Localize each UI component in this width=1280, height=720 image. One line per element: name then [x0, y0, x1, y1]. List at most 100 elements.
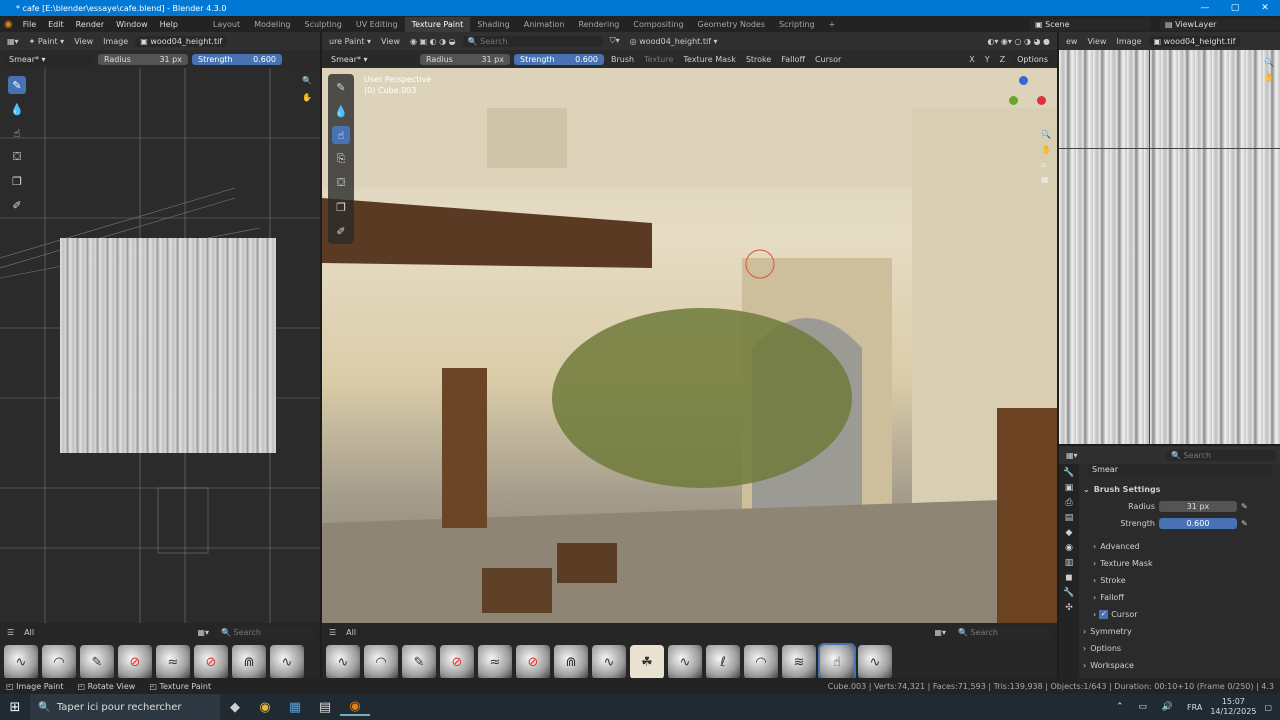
prop-radius-field[interactable]: 31 px — [1159, 501, 1237, 512]
tab-shading[interactable]: Shading — [470, 17, 517, 32]
maximize-button[interactable]: ▢ — [1220, 3, 1250, 13]
right-editor-prefix[interactable]: ew — [1063, 37, 1080, 46]
tab-animation[interactable]: Animation — [517, 17, 572, 32]
prop-strength-field[interactable]: 0.600 — [1159, 518, 1237, 529]
brush-asset[interactable]: ∿ — [858, 645, 892, 679]
navigation-gizmo[interactable] — [999, 76, 1049, 126]
brush-asset[interactable]: ◠ — [364, 645, 398, 679]
brush-asset[interactable]: ≋ — [782, 645, 816, 679]
strength-field[interactable]: Strength 0.600 — [192, 53, 282, 65]
soften-tool-icon[interactable]: 💧 — [332, 102, 350, 120]
blender-logo-icon[interactable]: ◉ — [0, 19, 17, 30]
annotate-tool-icon[interactable]: ✐ — [332, 222, 350, 240]
mode-menu[interactable]: ✦ Paint ▾ — [26, 37, 68, 46]
clock[interactable]: 15:07 14/12/2025 — [1210, 697, 1256, 717]
particles-tab-icon[interactable]: ✣ — [1065, 603, 1073, 613]
draw-tool-icon[interactable]: ✎ — [332, 78, 350, 96]
tab-layout[interactable]: Layout — [206, 17, 247, 32]
brush-asset[interactable]: ⊘ — [194, 645, 228, 679]
language-indicator[interactable]: FRA — [1187, 703, 1202, 712]
symmetry-panel[interactable]: › Symmetry — [1083, 623, 1277, 640]
view-layer-tab-icon[interactable]: ▤ — [1065, 513, 1074, 523]
mask-tool-icon[interactable]: ❐ — [332, 198, 350, 216]
vp-radius-field[interactable]: Radius 31 px — [420, 53, 510, 65]
shading-icons[interactable]: ◉ ▣ ◐ ◑ ◒ — [407, 37, 459, 46]
tab-modeling[interactable]: Modeling — [247, 17, 297, 32]
tab-rendering[interactable]: Rendering — [572, 17, 627, 32]
blender-taskbar-icon[interactable]: ◉ — [340, 699, 370, 716]
cursor-checkbox[interactable]: ✓ — [1099, 610, 1109, 619]
brush-asset[interactable]: ∿ — [270, 645, 304, 679]
clone-tool-icon[interactable]: ⎘ — [332, 150, 350, 168]
properties-search-input[interactable]: 🔍 Search — [1166, 449, 1276, 461]
brush-name-field[interactable]: Smear — [1087, 464, 1273, 475]
viewport-scene[interactable]: User Perspective (0) Cube.003 ✎ 💧 ☝ ⎘ ⛋ … — [322, 68, 1057, 638]
pressure-icon[interactable]: ✎ — [1241, 502, 1248, 511]
draw-tool-icon[interactable]: ✎ — [8, 76, 26, 94]
menu-file[interactable]: File — [17, 20, 42, 29]
brush-settings-panel[interactable]: ⌄ Brush Settings — [1083, 481, 1277, 498]
vp-brush-selector[interactable]: Smear* ▾ — [326, 53, 416, 65]
right-image-selector[interactable]: ▣ wood04_height.tif — [1148, 35, 1241, 47]
windows-start-icon[interactable]: ⊞ — [0, 700, 30, 715]
camera-icon[interactable]: ⌂ — [1041, 160, 1051, 169]
viewport-search-input[interactable]: 🔍 Search — [462, 35, 603, 47]
gizmo-y-axis[interactable] — [1009, 96, 1018, 105]
editor-type-icon[interactable]: ▦▾ — [1063, 451, 1081, 460]
axis-x[interactable]: X — [966, 55, 977, 64]
brush-asset[interactable]: ≈ — [156, 645, 190, 679]
annotate-tool-icon[interactable]: ✐ — [8, 196, 26, 214]
vp-strength-field[interactable]: Strength 0.600 — [514, 53, 604, 65]
mask-tool-icon[interactable]: ❐ — [8, 172, 26, 190]
pan-hand-icon[interactable]: ✋ — [1264, 73, 1274, 82]
pan-hand-icon[interactable]: ✋ — [302, 93, 312, 102]
brush-asset-smear-selected[interactable]: ☝ — [818, 643, 856, 681]
render-tab-icon[interactable]: ▣ — [1065, 483, 1074, 493]
menu-texture[interactable]: Texture — [641, 55, 676, 64]
tab-compositing[interactable]: Compositing — [626, 17, 690, 32]
menu-edit[interactable]: Edit — [42, 20, 70, 29]
tab-texture-paint[interactable]: Texture Paint — [404, 16, 471, 32]
image-menu[interactable]: Image — [100, 37, 131, 46]
document-icon[interactable]: ▤ — [310, 700, 340, 715]
radius-field[interactable]: Radius 31 px — [98, 53, 188, 65]
tab-scripting[interactable]: Scripting — [772, 17, 822, 32]
world-tab-icon[interactable]: ◉ — [1065, 543, 1073, 553]
brush-asset[interactable]: ⊘ — [118, 645, 152, 679]
hamburger-icon[interactable]: ☰ — [4, 628, 17, 637]
taskbar-search-input[interactable]: 🔍 Taper ici pour rechercher — [30, 694, 220, 720]
menu-window[interactable]: Window — [110, 20, 154, 29]
view-menu[interactable]: View — [71, 37, 96, 46]
output-tab-icon[interactable]: ⎙ — [1065, 498, 1072, 508]
advanced-panel[interactable]: › Advanced — [1083, 538, 1277, 555]
brush-asset[interactable]: ∿ — [4, 645, 38, 679]
brush-asset[interactable]: ℓ — [706, 645, 740, 679]
menu-texture-mask[interactable]: Texture Mask — [680, 55, 738, 64]
collection-tab-icon[interactable]: ▥ — [1065, 558, 1074, 568]
gizmo-x-axis[interactable] — [1037, 96, 1046, 105]
tab-uv-editing[interactable]: UV Editing — [349, 17, 405, 32]
menu-help[interactable]: Help — [154, 20, 184, 29]
texture-mask-panel[interactable]: › Texture Mask — [1083, 555, 1277, 572]
axis-z[interactable]: Z — [997, 55, 1008, 64]
menu-stroke[interactable]: Stroke — [743, 55, 775, 64]
view-menu[interactable]: View — [378, 37, 403, 46]
brush-asset[interactable]: ☘ — [630, 645, 664, 679]
fill-tool-icon[interactable]: ⛋ — [332, 174, 350, 192]
grid-view-icon[interactable]: ▦▾ — [931, 628, 949, 637]
fill-tool-icon[interactable]: ⛋ — [8, 148, 26, 166]
brush-asset[interactable]: ⊘ — [440, 645, 474, 679]
cursor-panel[interactable]: › ✓ Cursor — [1083, 606, 1277, 623]
falloff-panel[interactable]: › Falloff — [1083, 589, 1277, 606]
smear-tool-icon[interactable]: ☝ — [332, 126, 350, 144]
menu-falloff[interactable]: Falloff — [778, 55, 808, 64]
view-layer-selector[interactable]: ▤ ViewLayer — [1160, 18, 1280, 30]
brush-asset[interactable]: ≈ — [478, 645, 512, 679]
brush-asset[interactable]: ✎ — [80, 645, 114, 679]
brush-asset[interactable]: ⋒ — [232, 645, 266, 679]
image-selector[interactable]: ▣ wood04_height.tif — [135, 35, 228, 47]
right-texture-preview[interactable]: 🔍 ✋ — [1059, 50, 1280, 444]
mode-dropdown[interactable]: ure Paint ▾ — [326, 37, 374, 46]
tray-icons[interactable]: ⌃ ▭ 🔊 — [1116, 702, 1179, 712]
chrome-icon[interactable]: ◉ — [250, 700, 280, 715]
